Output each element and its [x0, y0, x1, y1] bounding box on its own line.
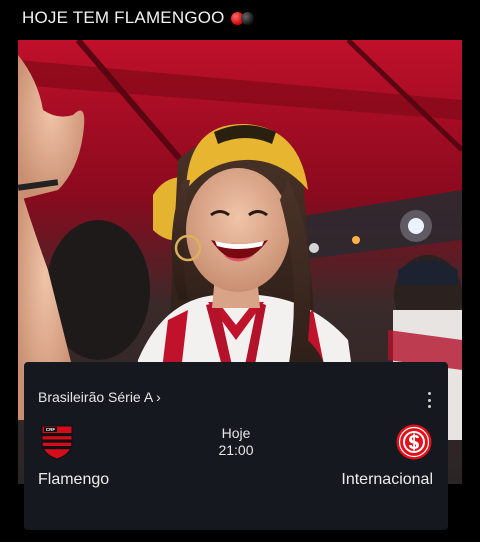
post-header: HOJE TEM FLAMENGOO — [0, 0, 480, 36]
chevron-right-icon: › — [156, 389, 161, 405]
match-day: Hoje — [221, 425, 251, 441]
match-card[interactable]: Brasileirão Série A › CRF Hoje 21:00 Flam… — [24, 362, 448, 530]
title-emoji — [230, 11, 254, 25]
competition-link[interactable]: Brasileirão Série A › — [38, 389, 161, 405]
away-team-name[interactable]: Internacional — [341, 471, 433, 489]
match-time: 21:00 — [218, 442, 254, 458]
home-team-name[interactable]: Flamengo — [38, 471, 109, 489]
post-title: HOJE TEM FLAMENGOO — [22, 8, 225, 27]
more-options-icon[interactable] — [427, 392, 431, 408]
black-circle-icon — [240, 11, 254, 25]
competition-label: Brasileirão Série A — [38, 389, 154, 405]
